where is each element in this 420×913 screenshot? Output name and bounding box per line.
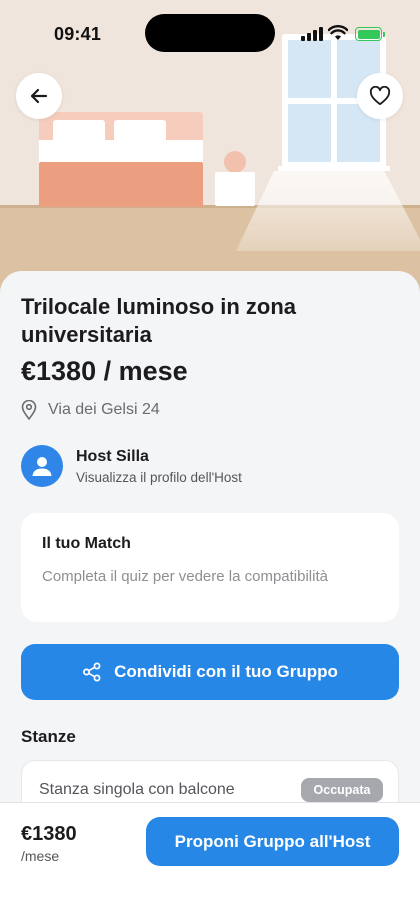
address-row: Via dei Gelsi 24 [21, 400, 160, 420]
battery-icon [355, 27, 385, 41]
match-card[interactable]: Il tuo Match Completa il quiz per vedere… [21, 513, 399, 622]
window-light [236, 171, 420, 251]
location-pin-icon [21, 400, 37, 420]
nightstand [215, 172, 255, 206]
rooms-section-title: Stanze [21, 727, 76, 746]
share-button-label: Condividi con il tuo Gruppo [114, 662, 338, 681]
host-profile-link[interactable]: Visualizza il profilo dell'Host [76, 470, 242, 485]
share-with-group-button[interactable]: Condividi con il tuo Gruppo [21, 644, 399, 700]
user-icon [32, 457, 52, 476]
bed-blanket [39, 162, 203, 207]
match-description: Completa il quiz per vedere la compatibi… [42, 568, 328, 585]
lamp [224, 151, 246, 173]
bottom-price-period: /mese [21, 848, 60, 864]
cellular-signal-icon [301, 27, 323, 41]
back-button[interactable] [16, 73, 62, 119]
listing-title: Trilocale luminoso in zona universitaria [21, 294, 297, 347]
listing-price: €1380 / mese [21, 356, 188, 386]
match-title: Il tuo Match [42, 535, 131, 552]
room-name: Stanza singola con balcone [39, 781, 235, 798]
back-arrow-icon [30, 88, 48, 104]
host-name: Host Silla [76, 447, 149, 465]
bottom-action-bar: €1380 /mese Proponi Gruppo all'Host [0, 802, 420, 913]
pillow [53, 120, 105, 144]
window-sill [278, 166, 390, 171]
dynamic-island [145, 14, 275, 52]
status-time: 09:41 [54, 24, 102, 44]
host-profile[interactable]: Host Silla Visualizza il profilo dell'Ho… [21, 445, 242, 487]
room-status-badge: Occupata [301, 778, 383, 802]
listing-address: Via dei Gelsi 24 [48, 401, 160, 418]
status-bar: 09:41 [0, 0, 420, 60]
host-avatar [21, 445, 63, 487]
favorite-button[interactable] [357, 73, 403, 119]
wifi-icon [328, 25, 348, 40]
propose-group-button[interactable]: Proponi Gruppo all'Host [146, 817, 399, 866]
heart-icon [369, 86, 391, 106]
pillow [114, 120, 166, 144]
bottom-price: €1380 [21, 823, 77, 845]
share-icon [83, 662, 101, 682]
